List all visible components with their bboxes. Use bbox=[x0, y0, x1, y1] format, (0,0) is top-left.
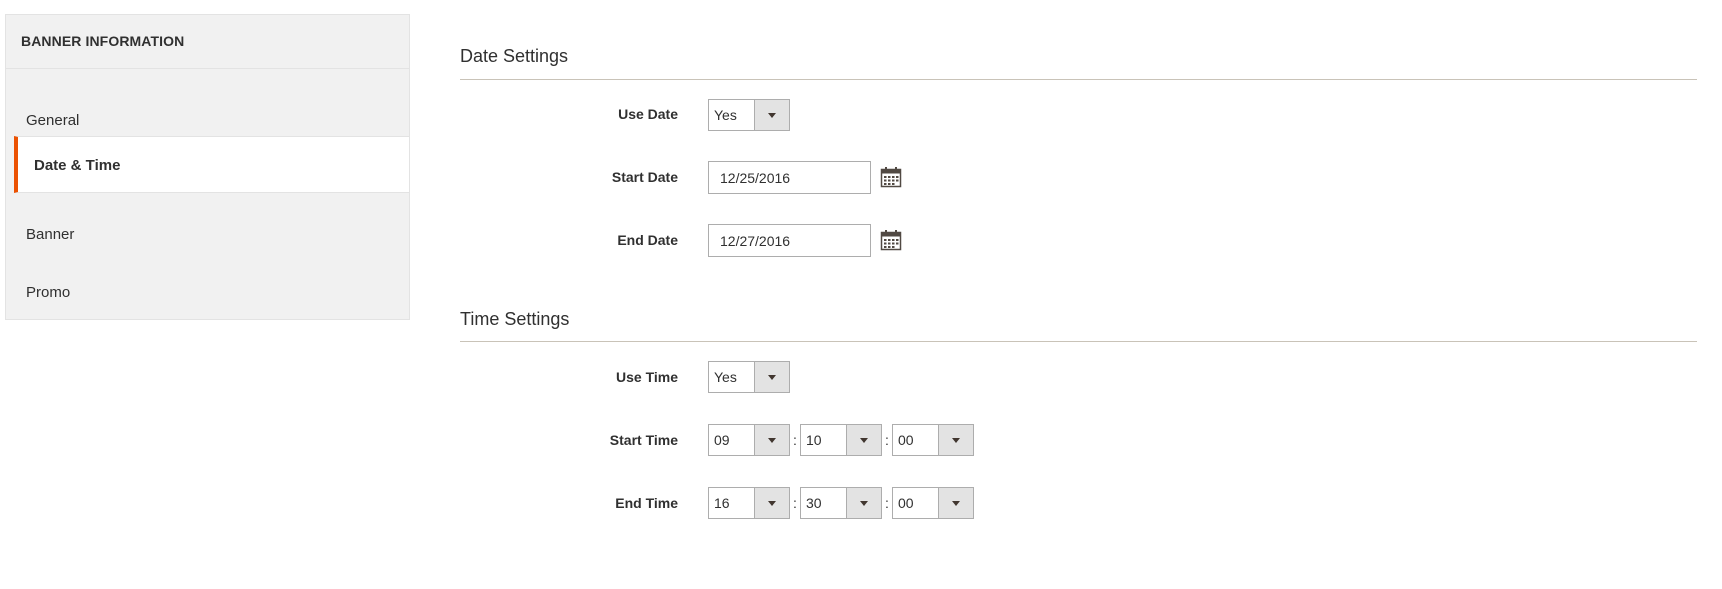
chevron-down-icon bbox=[754, 100, 789, 130]
start-time-minute-value: 10 bbox=[806, 432, 822, 448]
end-time-minute-value: 30 bbox=[806, 495, 822, 511]
use-time-select[interactable]: Yes bbox=[708, 361, 790, 393]
calendar-icon[interactable] bbox=[880, 229, 902, 251]
time-separator: : bbox=[885, 432, 889, 448]
start-time-second-value: 00 bbox=[898, 432, 914, 448]
start-time-hour-value: 09 bbox=[714, 432, 730, 448]
use-date-label: Use Date bbox=[618, 106, 678, 122]
time-separator: : bbox=[793, 495, 797, 511]
start-time-minute-select[interactable]: 10 bbox=[800, 424, 882, 456]
time-separator: : bbox=[793, 432, 797, 448]
start-time-hour-select[interactable]: 09 bbox=[708, 424, 790, 456]
end-time-second-value: 00 bbox=[898, 495, 914, 511]
sidebar-panel: BANNER INFORMATION General Date & Time B… bbox=[5, 14, 410, 320]
date-settings-title: Date Settings bbox=[460, 46, 569, 66]
start-time-label: Start Time bbox=[609, 432, 678, 448]
chevron-down-icon bbox=[846, 425, 881, 455]
sidebar-item-date-time[interactable]: Date & Time bbox=[14, 136, 409, 193]
sidebar-item-promo[interactable]: Promo bbox=[6, 264, 409, 321]
start-date-input[interactable]: 12/25/2016 bbox=[708, 161, 871, 194]
date-settings-divider bbox=[460, 79, 1697, 80]
chevron-down-icon bbox=[938, 488, 973, 518]
sidebar-item-banner[interactable]: Banner bbox=[6, 206, 409, 263]
end-time-second-select[interactable]: 00 bbox=[892, 487, 974, 519]
end-date-label: End Date bbox=[617, 232, 678, 248]
use-date-select[interactable]: Yes bbox=[708, 99, 790, 131]
chevron-down-icon bbox=[754, 425, 789, 455]
sidebar-title: BANNER INFORMATION bbox=[6, 15, 409, 69]
use-time-value: Yes bbox=[714, 369, 737, 385]
chevron-down-icon bbox=[754, 488, 789, 518]
time-settings-divider bbox=[460, 341, 1697, 342]
end-time-label: End Time bbox=[615, 495, 678, 511]
use-date-value: Yes bbox=[714, 107, 737, 123]
time-settings-title: Time Settings bbox=[460, 309, 570, 329]
chevron-down-icon bbox=[846, 488, 881, 518]
use-time-label: Use Time bbox=[616, 369, 678, 385]
start-date-label: Start Date bbox=[611, 169, 678, 185]
calendar-icon[interactable] bbox=[880, 166, 902, 188]
end-time-hour-value: 16 bbox=[714, 495, 730, 511]
end-time-minute-select[interactable]: 30 bbox=[800, 487, 882, 519]
end-date-input[interactable]: 12/27/2016 bbox=[708, 224, 871, 257]
end-time-hour-select[interactable]: 16 bbox=[708, 487, 790, 519]
chevron-down-icon bbox=[938, 425, 973, 455]
chevron-down-icon bbox=[754, 362, 789, 392]
start-time-second-select[interactable]: 00 bbox=[892, 424, 974, 456]
time-separator: : bbox=[885, 495, 889, 511]
